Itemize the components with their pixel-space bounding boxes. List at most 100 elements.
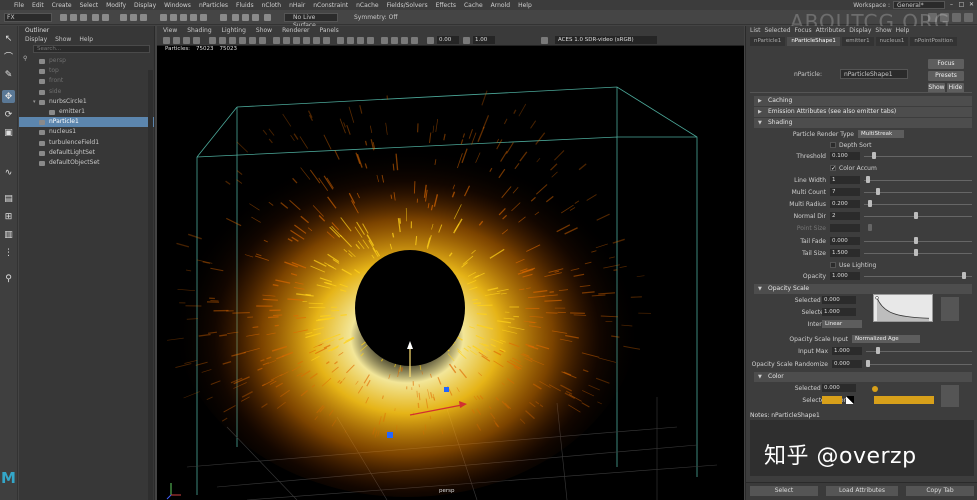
opacity-randomize-slider-knob[interactable]: [866, 360, 870, 367]
outliner-search-input[interactable]: Search...: [33, 45, 150, 53]
menu-file[interactable]: File: [14, 2, 24, 9]
snap-surface-icon[interactable]: [200, 14, 207, 21]
viewport-menu-renderer[interactable]: Renderer: [282, 26, 309, 35]
depth-of-field-icon[interactable]: [367, 37, 374, 44]
multi-radius-slider-knob[interactable]: [868, 200, 872, 207]
history-icon[interactable]: [220, 14, 227, 21]
shadows-icon[interactable]: [323, 37, 330, 44]
outliner-item[interactable]: top: [19, 66, 154, 76]
attr-menu-show[interactable]: Show: [875, 26, 891, 36]
outliner-item[interactable]: emitter1: [19, 107, 154, 117]
wireframe-on-shaded-icon[interactable]: [293, 37, 300, 44]
multi-count-slider[interactable]: [864, 192, 972, 193]
color-sel-pos-field[interactable]: 0.000: [822, 384, 856, 392]
gate-mask-icon[interactable]: [239, 37, 246, 44]
attr-menu-selected[interactable]: Selected: [765, 26, 791, 36]
node-tab-nucleus1[interactable]: nucleus1: [875, 37, 909, 46]
outliner-item[interactable]: front: [19, 76, 154, 86]
line-width-slider-knob[interactable]: [866, 176, 870, 183]
layout-side-icon[interactable]: ▥: [2, 228, 15, 241]
menu-ncloth[interactable]: nCloth: [262, 2, 282, 9]
open-scene-icon[interactable]: [70, 14, 77, 21]
gamma-icon[interactable]: [463, 37, 470, 44]
paint-select-icon[interactable]: ✎: [2, 68, 15, 81]
layout-grid-icon[interactable]: ⋮: [2, 246, 15, 259]
normal-dir-slider[interactable]: [864, 216, 972, 217]
menu-nhair[interactable]: nHair: [289, 2, 305, 9]
outliner-item[interactable]: ▾ nurbsCircle1: [19, 97, 154, 107]
workspace-dropdown[interactable]: General*: [893, 1, 945, 9]
menu-modify[interactable]: Modify: [106, 2, 126, 9]
render-icon[interactable]: [232, 14, 239, 21]
tool-settings-icon[interactable]: [952, 13, 961, 22]
wireframe-icon[interactable]: [273, 37, 280, 44]
menu-nparticles[interactable]: nParticles: [199, 2, 228, 9]
color-ramp-marker[interactable]: [872, 386, 878, 392]
viewport-menu-panels[interactable]: Panels: [319, 26, 338, 35]
render-type-dropdown[interactable]: MultiStreak: [858, 130, 904, 138]
attr-menu-attributes[interactable]: Attributes: [816, 26, 846, 36]
tail-size-field[interactable]: 1.500: [830, 249, 860, 257]
xray-joints-icon[interactable]: [401, 37, 408, 44]
presets-button[interactable]: Presets: [928, 71, 964, 81]
input-max-slider[interactable]: [866, 351, 972, 352]
menu-help[interactable]: Help: [518, 2, 532, 9]
opacity-field[interactable]: 1.000: [830, 272, 860, 280]
menu-windows[interactable]: Windows: [164, 2, 191, 9]
opacity-ramp-graph[interactable]: [873, 294, 933, 322]
textured-icon[interactable]: [303, 37, 310, 44]
bookmark-icon[interactable]: [183, 37, 190, 44]
section-shading[interactable]: ▼ Shading: [754, 118, 972, 128]
menu-set-dropdown[interactable]: FX: [4, 13, 52, 22]
image-plane-icon[interactable]: [193, 37, 200, 44]
opacity-slider[interactable]: [864, 276, 972, 277]
viewport-panel[interactable]: View Shading Lighting Show Renderer Pane…: [157, 26, 744, 500]
lasso-tool-icon[interactable]: ⌒: [2, 50, 15, 63]
copy-tab-button[interactable]: Copy Tab: [906, 486, 974, 496]
menu-edit[interactable]: Edit: [32, 2, 44, 9]
outliner-item[interactable]: persp: [19, 56, 154, 66]
outliner-item[interactable]: nParticle1: [19, 117, 154, 128]
lights-icon[interactable]: [313, 37, 320, 44]
opacity-input-dropdown[interactable]: Normalized Age: [852, 335, 920, 343]
menu-fields-solvers[interactable]: Fields/Solvers: [387, 2, 428, 9]
multi-count-slider-knob[interactable]: [876, 188, 880, 195]
curve-tool-icon[interactable]: ∿: [2, 166, 15, 179]
ramp-expand-button[interactable]: [941, 297, 959, 321]
load-attributes-button[interactable]: Load Attributes: [826, 486, 898, 496]
field-chart-icon[interactable]: [249, 37, 256, 44]
minimize-icon[interactable]: –: [948, 1, 955, 8]
menu-select[interactable]: Select: [80, 2, 99, 9]
use-lighting-checkbox[interactable]: [830, 262, 836, 268]
selected-color-swatch[interactable]: [822, 396, 842, 404]
opacity-randomize-slider[interactable]: [866, 364, 972, 365]
viewport-menu-lighting[interactable]: Lighting: [222, 26, 246, 35]
viewport-menu-show[interactable]: Show: [256, 26, 272, 35]
tail-size-slider[interactable]: [864, 253, 972, 254]
line-width-field[interactable]: 1: [830, 176, 860, 184]
menu-arnold[interactable]: Arnold: [491, 2, 510, 9]
snap-curve-icon[interactable]: [170, 14, 177, 21]
node-name-field[interactable]: nParticleShape1: [840, 69, 908, 79]
select-tool-icon[interactable]: ↖: [2, 32, 15, 45]
snap-point-icon[interactable]: [180, 14, 187, 21]
color-space-dropdown[interactable]: ACES 1.0 SDR-video (sRGB): [555, 36, 657, 44]
threshold-field[interactable]: 0.100: [830, 152, 860, 160]
multi-radius-field[interactable]: 0.200: [830, 200, 860, 208]
xray-components-icon[interactable]: [411, 37, 418, 44]
exposure-icon[interactable]: [427, 37, 434, 44]
attr-menu-help[interactable]: Help: [896, 26, 910, 36]
menu-nconstraint[interactable]: nConstraint: [313, 2, 348, 9]
camera-select-icon[interactable]: [163, 37, 170, 44]
color-ramp-expand-button[interactable]: [941, 385, 959, 407]
opacity-sel-val-field[interactable]: 1.000: [822, 308, 856, 316]
gamma-field[interactable]: 1.00: [473, 36, 495, 44]
threshold-slider[interactable]: [864, 156, 972, 157]
color-management-icon[interactable]: [541, 37, 548, 44]
tail-fade-field[interactable]: 0.000: [830, 237, 860, 245]
safe-action-icon[interactable]: [259, 37, 266, 44]
redo-icon[interactable]: [102, 14, 109, 21]
depth-sort-checkbox[interactable]: [830, 142, 836, 148]
symmetry-dropdown[interactable]: Symmetry: Off: [346, 13, 397, 22]
normal-dir-field[interactable]: 2: [830, 212, 860, 220]
